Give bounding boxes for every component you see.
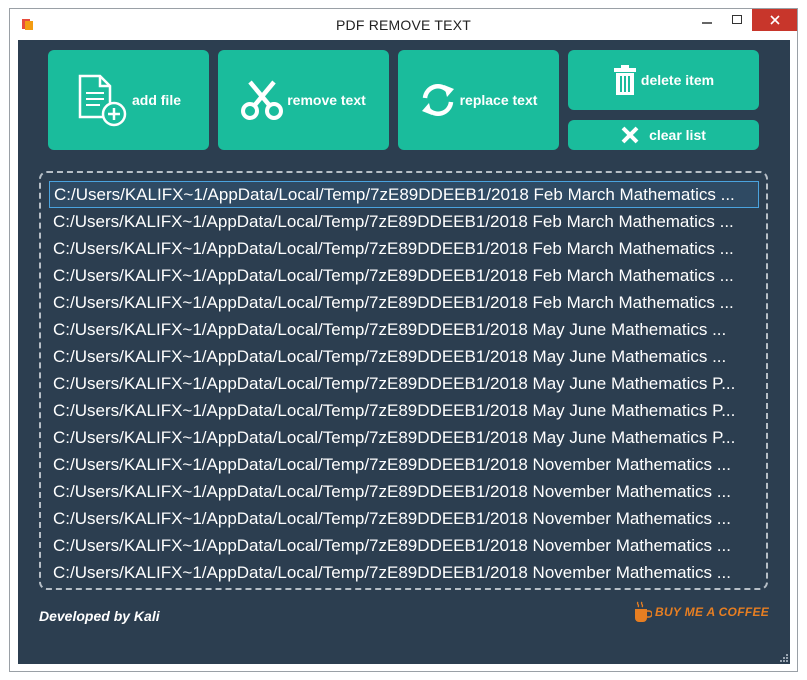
scissors-icon: [241, 80, 284, 120]
add-file-label: add file: [131, 92, 181, 108]
list-item[interactable]: C:/Users/KALIFX~1/AppData/Local/Temp/7zE…: [49, 397, 759, 424]
replace-text-button[interactable]: replace text: [398, 50, 559, 150]
close-button[interactable]: [752, 9, 797, 31]
replace-text-label: replace text: [459, 92, 538, 108]
add-file-icon: [78, 74, 127, 127]
list-item[interactable]: C:/Users/KALIFX~1/AppData/Local/Temp/7zE…: [49, 343, 759, 370]
maximize-button[interactable]: [723, 9, 751, 31]
window-title: PDF REMOVE TEXT: [336, 17, 471, 33]
developer-credit: Developed by Kali: [39, 608, 160, 624]
list-item[interactable]: C:/Users/KALIFX~1/AppData/Local/Temp/7zE…: [49, 370, 759, 397]
list-item[interactable]: C:/Users/KALIFX~1/AppData/Local/Temp/7zE…: [49, 424, 759, 451]
list-item[interactable]: C:/Users/KALIFX~1/AppData/Local/Temp/7zE…: [49, 478, 759, 505]
list-item[interactable]: C:/Users/KALIFX~1/AppData/Local/Temp/7zE…: [49, 559, 759, 586]
maximize-icon: [732, 15, 742, 24]
remove-text-label: remove text: [287, 92, 366, 108]
close-icon: [769, 15, 780, 25]
tools-icon: [621, 126, 639, 144]
minimize-button[interactable]: [693, 9, 721, 31]
delete-item-label: delete item: [640, 72, 715, 88]
trash-icon: [613, 65, 636, 95]
clear-list-label: clear list: [649, 127, 706, 143]
list-item[interactable]: C:/Users/KALIFX~1/AppData/Local/Temp/7zE…: [49, 262, 759, 289]
delete-item-button[interactable]: delete item: [568, 50, 759, 110]
list-item[interactable]: C:/Users/KALIFX~1/AppData/Local/Temp/7zE…: [49, 532, 759, 559]
add-file-button[interactable]: add file: [48, 50, 209, 150]
list-item[interactable]: C:/Users/KALIFX~1/AppData/Local/Temp/7zE…: [49, 316, 759, 343]
buy-me-a-coffee-link[interactable]: BUY ME A COFFEE: [634, 598, 769, 626]
file-list-items: C:/Users/KALIFX~1/AppData/Local/Temp/7zE…: [49, 181, 759, 586]
coffee-cup-icon: [635, 601, 652, 622]
file-list[interactable]: C:/Users/KALIFX~1/AppData/Local/Temp/7zE…: [39, 171, 768, 590]
clear-list-button[interactable]: clear list: [568, 120, 759, 150]
list-item[interactable]: C:/Users/KALIFX~1/AppData/Local/Temp/7zE…: [49, 208, 759, 235]
resize-grip-icon[interactable]: [778, 652, 788, 662]
list-item[interactable]: C:/Users/KALIFX~1/AppData/Local/Temp/7zE…: [49, 289, 759, 316]
app-window: PDF REMOVE TEXT add file remove text rep…: [9, 8, 798, 672]
remove-text-button[interactable]: remove text: [218, 50, 389, 150]
coffee-label: BUY ME A COFFEE: [655, 605, 770, 619]
title-bar[interactable]: PDF REMOVE TEXT: [10, 9, 797, 40]
list-item[interactable]: C:/Users/KALIFX~1/AppData/Local/Temp/7zE…: [49, 181, 759, 208]
minimize-icon: [702, 22, 712, 24]
list-item[interactable]: C:/Users/KALIFX~1/AppData/Local/Temp/7zE…: [49, 451, 759, 478]
list-item[interactable]: C:/Users/KALIFX~1/AppData/Local/Temp/7zE…: [49, 505, 759, 532]
list-item[interactable]: C:/Users/KALIFX~1/AppData/Local/Temp/7zE…: [49, 235, 759, 262]
refresh-icon: [421, 83, 454, 117]
main-panel: add file remove text replace text delete…: [18, 40, 790, 664]
